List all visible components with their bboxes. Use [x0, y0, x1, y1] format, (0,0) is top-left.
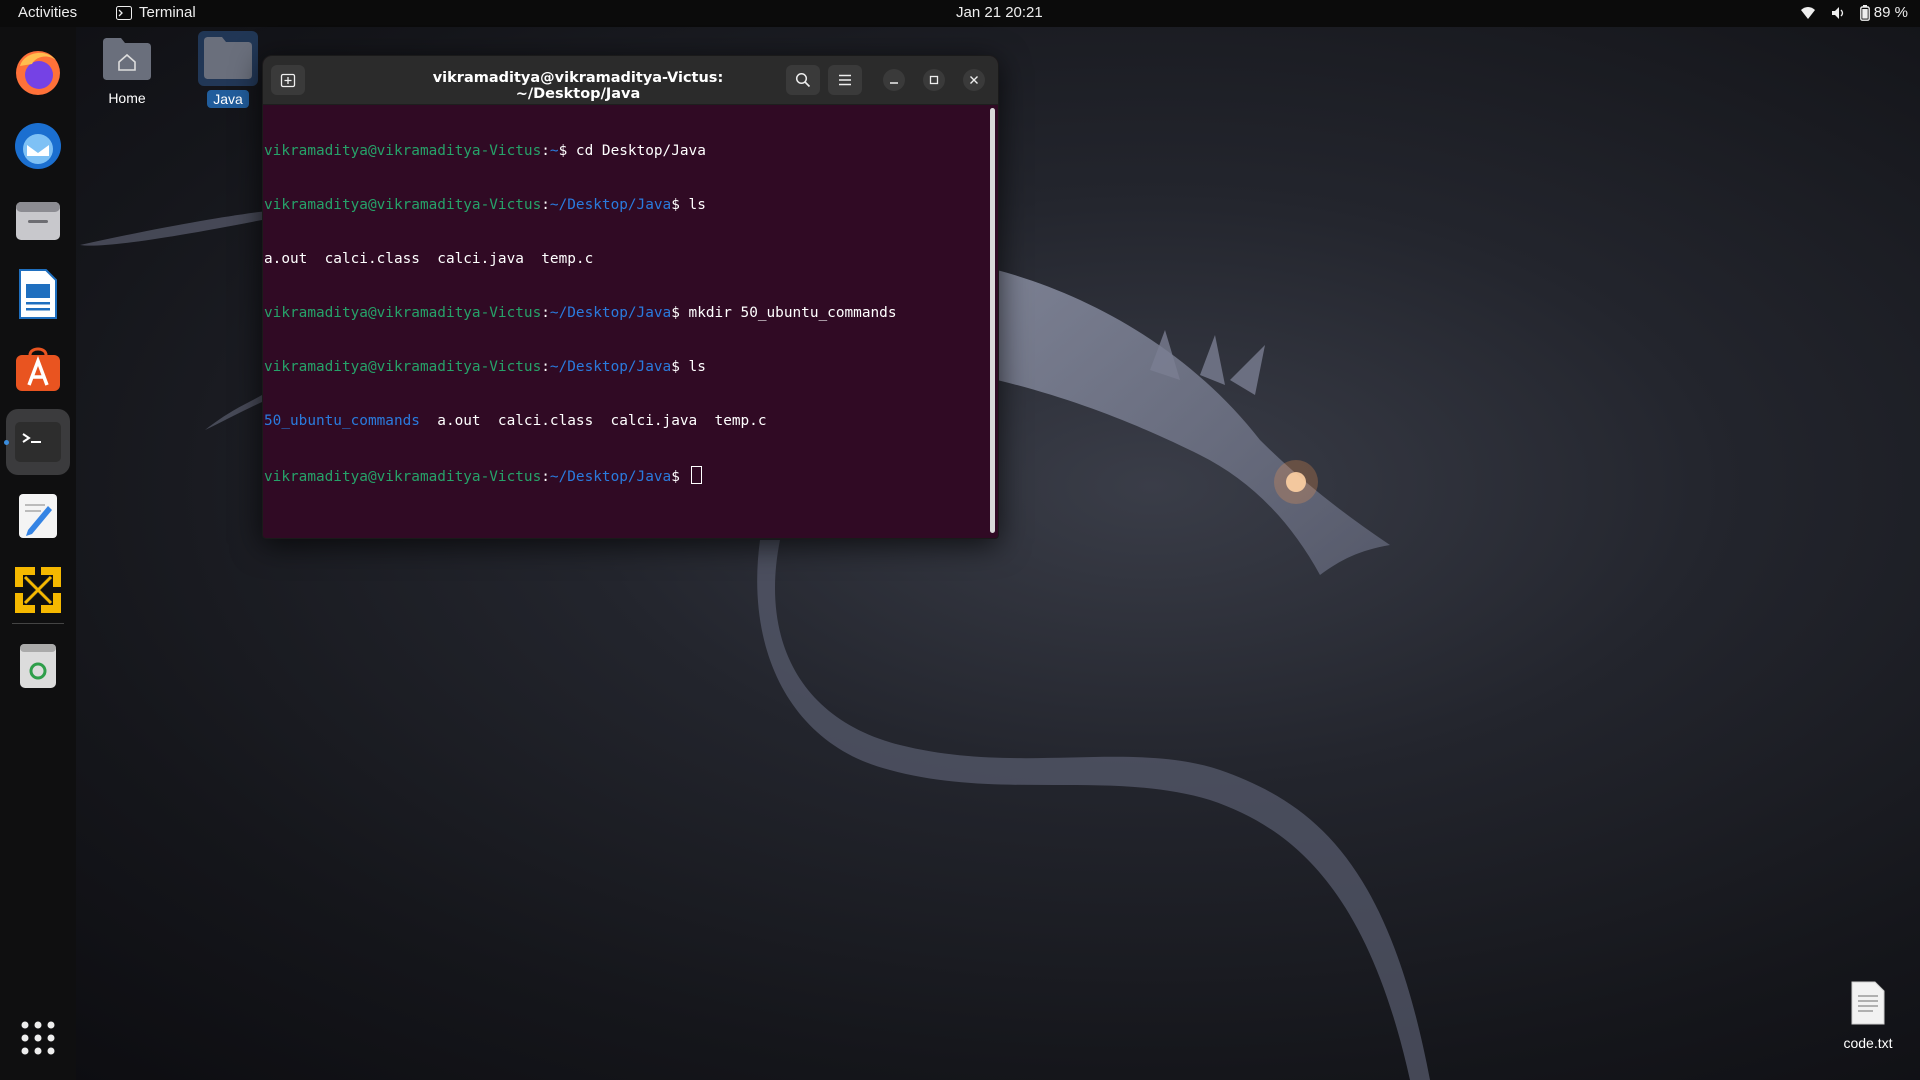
command-text: $ ls: [671, 197, 706, 213]
home-folder-icon: [103, 38, 151, 80]
folder-icon: [204, 37, 252, 79]
dock-item-writer[interactable]: [6, 261, 70, 327]
terminal-window[interactable]: vikramaditya@vikramaditya-Victus: ~/Desk…: [262, 55, 999, 539]
directory-entry: 50_ubuntu_commands: [264, 413, 420, 429]
new-tab-icon: [280, 73, 296, 88]
search-button[interactable]: [786, 65, 820, 95]
text-cursor: [690, 466, 702, 484]
terminal-line: 50_ubuntu_commands a.out calci.class cal…: [264, 412, 984, 430]
minimize-button[interactable]: [883, 69, 905, 91]
hamburger-icon: [839, 74, 851, 86]
dock-item-files[interactable]: [6, 187, 70, 253]
prompt-path: ~: [549, 143, 559, 159]
search-icon: [795, 72, 811, 88]
dock-item-text-editor[interactable]: [6, 483, 70, 549]
app-center-icon: [16, 347, 60, 391]
prompt-user: vikramaditya@vikramaditya-Victus: [264, 197, 542, 213]
command-text: $ cd Desktop/Java: [558, 143, 706, 159]
text-file-icon: [1851, 981, 1885, 1025]
terminal-line: vikramaditya@vikramaditya-Victus:~$ cd D…: [264, 143, 706, 159]
grid-icon: [21, 1021, 55, 1055]
terminal-icon: [15, 422, 61, 462]
maximize-button[interactable]: [923, 69, 945, 91]
activities-button[interactable]: Activities: [18, 4, 77, 21]
dock-item-firefox[interactable]: [6, 39, 70, 105]
firefox-icon: [16, 51, 60, 95]
dock-item-terminal[interactable]: [6, 409, 70, 475]
terminal-line: vikramaditya@vikramaditya-Victus:~/Deskt…: [264, 305, 897, 321]
battery-percent: 89 %: [1873, 4, 1908, 21]
command-text: $ ls: [671, 359, 706, 375]
terminal-output[interactable]: vikramaditya@vikramaditya-Victus:~$ cd D…: [264, 106, 984, 534]
terminal-scrollbar[interactable]: [990, 108, 995, 533]
active-indicator: [4, 440, 9, 445]
command-text: $: [671, 469, 689, 485]
command-output: a.out calci.class calci.java temp.c: [264, 251, 594, 267]
battery-icon: [1859, 4, 1870, 21]
wifi-icon: [1800, 6, 1815, 19]
home-label: Home: [108, 90, 146, 106]
dock: [0, 27, 76, 1080]
vmware-icon: [15, 567, 61, 613]
new-tab-button[interactable]: [271, 65, 305, 95]
terminal-line: vikramaditya@vikramaditya-Victus:~/Deskt…: [264, 359, 706, 375]
writer-icon: [19, 269, 57, 319]
minimize-icon: [890, 82, 898, 84]
close-button[interactable]: [963, 69, 985, 91]
files-icon: [16, 202, 60, 240]
command-output: a.out calci.class calci.java temp.c: [419, 413, 767, 429]
maximize-icon: [929, 75, 939, 85]
app-menu-label: Terminal: [139, 4, 196, 21]
dock-item-app-center[interactable]: [6, 335, 70, 401]
app-menu[interactable]: Terminal: [116, 4, 196, 21]
dock-item-thunderbird[interactable]: [6, 113, 70, 179]
desktop-icon-code-txt[interactable]: code.txt: [1820, 980, 1916, 1051]
desktop-icon-home[interactable]: Home: [82, 34, 172, 107]
dock-separator: [12, 623, 64, 624]
system-tray[interactable]: 89 %: [1800, 4, 1908, 21]
code-file-label: code.txt: [1843, 1035, 1893, 1051]
prompt-user: vikramaditya@vikramaditya-Victus: [264, 305, 542, 321]
terminal-line: vikramaditya@vikramaditya-Victus:~/Deskt…: [264, 466, 984, 485]
java-label: Java: [207, 90, 249, 108]
desktop-icon-java[interactable]: Java: [183, 31, 273, 108]
text-editor-icon: [19, 494, 57, 538]
show-apps-button[interactable]: [6, 1005, 70, 1071]
terminal-line: a.out calci.class calci.java temp.c: [264, 250, 984, 268]
close-icon: [970, 76, 978, 84]
clock[interactable]: Jan 21 20:21: [956, 4, 1043, 21]
prompt-path: ~/Desktop/Java: [549, 197, 672, 213]
terminal-small-icon: [116, 5, 132, 20]
volume-icon: [1831, 6, 1843, 19]
menu-button[interactable]: [828, 65, 862, 95]
terminal-line: vikramaditya@vikramaditya-Victus:~/Deskt…: [264, 197, 706, 213]
prompt-user: vikramaditya@vikramaditya-Victus: [264, 143, 542, 159]
prompt-path: ~/Desktop/Java: [549, 469, 672, 485]
top-bar: Activities Terminal Jan 21 20:21 89 %: [0, 0, 1920, 27]
prompt-user: vikramaditya@vikramaditya-Victus: [264, 469, 542, 485]
thunderbird-icon: [15, 123, 61, 169]
prompt-user: vikramaditya@vikramaditya-Victus: [264, 359, 542, 375]
terminal-header[interactable]: vikramaditya@vikramaditya-Victus: ~/Desk…: [263, 56, 998, 105]
command-text: $ mkdir 50_ubuntu_commands: [671, 305, 897, 321]
prompt-path: ~/Desktop/Java: [549, 305, 672, 321]
prompt-path: ~/Desktop/Java: [549, 359, 672, 375]
dock-item-vmware[interactable]: [6, 557, 70, 623]
trash-icon: [20, 644, 56, 688]
terminal-title: vikramaditya@vikramaditya-Victus: ~/Desk…: [432, 70, 724, 102]
dock-item-trash[interactable]: [6, 633, 70, 699]
